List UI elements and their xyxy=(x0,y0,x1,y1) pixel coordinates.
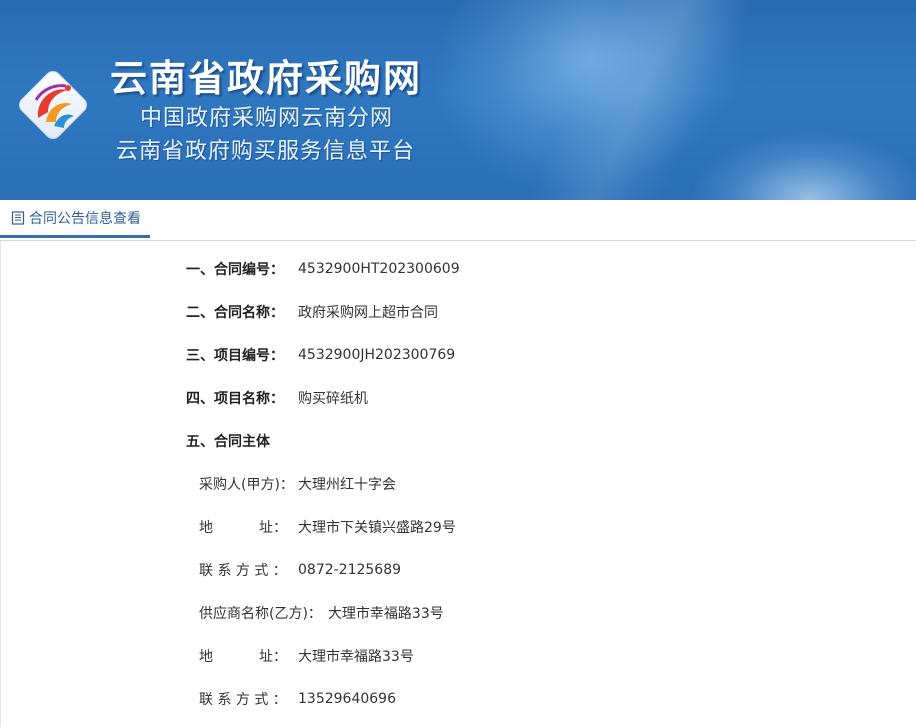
tab-contract-announcement[interactable]: 合同公告信息查看 xyxy=(0,200,150,238)
field-label: 采购人(甲方)： xyxy=(199,477,294,493)
label-part: 地 xyxy=(199,520,213,536)
field-label: 地 址： xyxy=(199,646,298,666)
document-icon xyxy=(11,210,25,225)
field-value: 大理市下关镇兴盛路29号 xyxy=(298,520,456,536)
contract-detail: 一、合同编号： 4532900HT202300609 二、合同名称： 政府采购网… xyxy=(0,241,916,727)
field-label: 地 址： xyxy=(199,517,298,537)
field-label: 四、项目名称： xyxy=(186,391,284,407)
field-value: 0872-2125689 xyxy=(298,562,402,578)
field-label: 供应商名称(乙方)： xyxy=(199,606,322,622)
field-value: 大理市幸福路33号 xyxy=(327,606,444,622)
site-title: 云南省政府采购网 xyxy=(110,57,422,100)
field-value: 大理州红十字会 xyxy=(298,477,396,493)
field-value: 政府采购网上超市合同 xyxy=(298,305,438,321)
field-buyer-address: 地 址： 大理市下关镇兴盛路29号 xyxy=(199,517,456,537)
field-buyer: 采购人(甲方)： 大理州红十字会 xyxy=(199,474,396,494)
field-value: 大理市幸福路33号 xyxy=(298,649,414,665)
field-value: 13529640696 xyxy=(298,691,396,707)
banner-glow xyxy=(520,0,760,200)
field-contract-name: 二、合同名称： 政府采购网上超市合同 xyxy=(186,302,438,322)
field-project-name: 四、项目名称： 购买碎纸机 xyxy=(186,388,368,408)
field-supplier: 供应商名称(乙方)： 大理市幸福路33号 xyxy=(199,603,444,623)
label-part: 址： xyxy=(259,520,287,536)
site-subtitle: 中国政府采购网云南分网 xyxy=(140,106,394,131)
site-subtitle: 云南省政府购买服务信息平台 xyxy=(116,139,416,164)
field-label: 一、合同编号： xyxy=(186,262,284,278)
field-label: 联 系 方 式 ： xyxy=(199,692,287,708)
tab-label: 合同公告信息查看 xyxy=(29,210,141,227)
field-label: 二、合同名称： xyxy=(186,305,284,321)
field-project-number: 三、项目编号： 4532900JH202300769 xyxy=(186,345,455,365)
label-part: 址： xyxy=(259,649,287,665)
field-buyer-contact: 联 系 方 式 ： 0872-2125689 xyxy=(199,560,401,580)
field-supplier-address: 地 址： 大理市幸福路33号 xyxy=(199,646,414,666)
site-logo-icon xyxy=(19,71,87,139)
field-label: 三、项目编号： xyxy=(186,348,284,364)
field-value: 购买碎纸机 xyxy=(298,391,368,407)
field-value: 4532900HT202300609 xyxy=(298,261,460,277)
field-value: 4532900JH202300769 xyxy=(298,347,456,363)
field-contract-number: 一、合同编号： 4532900HT202300609 xyxy=(186,259,460,279)
section-contract-parties: 五、合同主体 xyxy=(186,431,270,451)
section-heading: 五、合同主体 xyxy=(186,434,270,450)
site-banner: 云南省政府采购网 中国政府采购网云南分网 云南省政府购买服务信息平台 xyxy=(0,0,916,200)
label-part: 地 xyxy=(199,649,213,665)
field-label: 联 系 方 式 ： xyxy=(199,563,287,579)
field-supplier-contact: 联 系 方 式 ： 13529640696 xyxy=(199,689,396,709)
tab-bar: 合同公告信息查看 xyxy=(0,200,916,241)
